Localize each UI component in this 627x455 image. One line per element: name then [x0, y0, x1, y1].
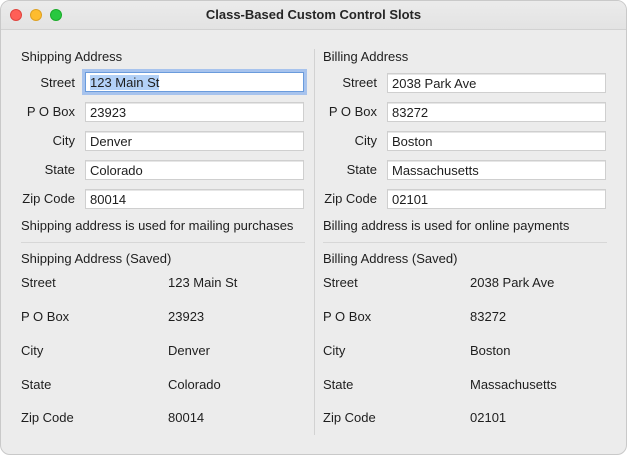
shipping-note: Shipping address is used for mailing pur…: [21, 218, 294, 233]
billing-saved-zip-label: Zip Code: [323, 410, 376, 425]
title-bar: Class-Based Custom Control Slots: [1, 1, 626, 30]
shipping-saved-street-label: Street: [21, 275, 56, 290]
billing-note: Billing address is used for online payme…: [323, 218, 570, 233]
billing-zip-label: Zip Code: [324, 191, 377, 206]
billing-saved-state-value: Massachusetts: [470, 377, 557, 392]
shipping-city-label: City: [52, 133, 75, 148]
shipping-saved-street-value: 123 Main St: [168, 275, 238, 290]
shipping-saved-pobox-value: 23923: [168, 309, 205, 324]
shipping-divider: [21, 242, 305, 243]
billing-pobox-label: P O Box: [328, 104, 377, 119]
window-title: Class-Based Custom Control Slots: [205, 7, 422, 22]
billing-saved-city-label: City: [323, 343, 346, 358]
shipping-saved-city-label: City: [21, 343, 44, 358]
billing-saved-pobox-value: 83272: [470, 309, 507, 324]
shipping-saved-pobox-label: P O Box: [21, 309, 70, 324]
shipping-pobox-label: P O Box: [26, 104, 75, 119]
shipping-state-field[interactable]: Colorado: [85, 160, 304, 180]
shipping-saved-state-value: Colorado: [168, 377, 221, 392]
billing-saved-zip-value: 02101: [470, 410, 507, 425]
app-window: Class-Based Custom Control Slots Shippin…: [0, 0, 627, 455]
billing-saved-pobox-label: P O Box: [323, 309, 372, 324]
shipping-street-field[interactable]: 123 Main St: [85, 72, 304, 92]
billing-saved-street-value: 2038 Park Ave: [470, 275, 555, 290]
shipping-street-value: 123 Main St: [90, 75, 160, 90]
shipping-zip-field[interactable]: 80014: [85, 189, 304, 209]
shipping-saved-zip-value: 80014: [168, 410, 205, 425]
billing-saved-header: Billing Address (Saved): [323, 251, 458, 266]
billing-zip-field[interactable]: 02101: [387, 189, 606, 209]
billing-saved-state-label: State: [323, 377, 354, 392]
shipping-saved-city-value: Denver: [168, 343, 210, 358]
shipping-city-field[interactable]: Denver: [85, 131, 304, 151]
billing-city-field[interactable]: Boston: [387, 131, 606, 151]
column-divider: [314, 49, 315, 435]
shipping-street-label: Street: [40, 75, 75, 90]
shipping-zip-label: Zip Code: [22, 191, 75, 206]
billing-saved-street-label: Street: [323, 275, 358, 290]
shipping-saved-header: Shipping Address (Saved): [21, 251, 172, 266]
billing-street-label: Street: [342, 75, 377, 90]
billing-state-field[interactable]: Massachusetts: [387, 160, 606, 180]
billing-address-header: Billing Address: [323, 49, 409, 64]
billing-divider: [323, 242, 607, 243]
shipping-pobox-field[interactable]: 23923: [85, 102, 304, 122]
billing-city-label: City: [354, 133, 377, 148]
shipping-address-header: Shipping Address: [21, 49, 123, 64]
shipping-saved-zip-label: Zip Code: [21, 410, 74, 425]
billing-pobox-field[interactable]: 83272: [387, 102, 606, 122]
billing-saved-city-value: Boston: [470, 343, 511, 358]
billing-street-field[interactable]: 2038 Park Ave: [387, 73, 606, 93]
billing-state-label: State: [346, 162, 377, 177]
shipping-saved-state-label: State: [21, 377, 52, 392]
shipping-state-label: State: [44, 162, 75, 177]
